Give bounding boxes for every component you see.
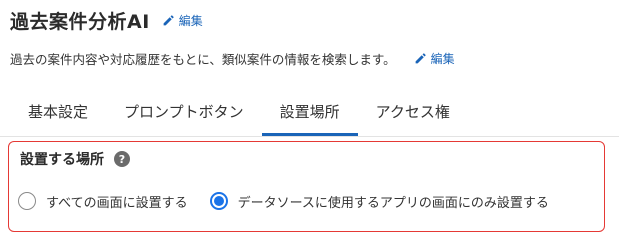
description-edit-label: 編集 <box>430 51 455 66</box>
radio-button-unchecked[interactable] <box>18 192 36 210</box>
radio-option-datasource-apps-only[interactable]: データソースに使用するアプリの画面にのみ設置する <box>209 192 549 211</box>
tab-label: アクセス権 <box>375 102 450 121</box>
tab-location[interactable]: 設置場所 <box>261 90 358 136</box>
tab-prompt-buttons[interactable]: プロンプトボタン <box>106 90 262 132</box>
tab-label: 設置場所 <box>279 102 340 121</box>
title-edit-link[interactable]: 編集 <box>162 12 203 29</box>
tab-basic-settings[interactable]: 基本設定 <box>10 90 106 132</box>
pencil-icon <box>415 52 426 63</box>
tab-label: プロンプトボタン <box>124 102 244 121</box>
description-row: 過去の案件内容や対応履歴をもとに、類似案件の情報を検索します。 編集 <box>10 46 455 70</box>
app-settings-page: 過去案件分析AI 編集 過去の案件内容や対応履歴をもとに、類似案件の情報を検索し… <box>0 0 619 250</box>
description-edit-link[interactable]: 編集 <box>414 50 455 67</box>
location-settings-box: 設置する場所 ? すべての画面に設置する データソースに使用するアプリの画面にの… <box>8 141 605 232</box>
location-radio-group: すべての画面に設置する データソースに使用するアプリの画面にのみ設置する <box>18 188 549 214</box>
radio-option-all-screens[interactable]: すべての画面に設置する <box>18 192 188 211</box>
section-title-row: 設置する場所 ? <box>20 148 130 170</box>
title-row: 過去案件分析AI 編集 <box>10 6 203 34</box>
question-circle-icon[interactable]: ? <box>114 151 130 167</box>
radio-label: データソースに使用するアプリの画面にのみ設置する <box>237 195 549 211</box>
radio-dot <box>213 196 224 206</box>
tab-access-rights[interactable]: アクセス権 <box>358 90 468 132</box>
settings-tabs: 基本設定 プロンプトボタン 設置場所 アクセス権 <box>10 90 468 136</box>
pencil-icon <box>163 14 174 25</box>
title-edit-label: 編集 <box>178 13 203 28</box>
app-description: 過去の案件内容や対応履歴をもとに、類似案件の情報を検索します。 <box>10 51 396 67</box>
section-title: 設置する場所 <box>20 152 104 168</box>
radio-button-checked[interactable] <box>209 192 228 210</box>
page-title: 過去案件分析AI <box>10 10 150 33</box>
tab-divider <box>0 136 619 137</box>
radio-label: すべての画面に設置する <box>46 195 188 211</box>
tab-label: 基本設定 <box>28 102 89 121</box>
